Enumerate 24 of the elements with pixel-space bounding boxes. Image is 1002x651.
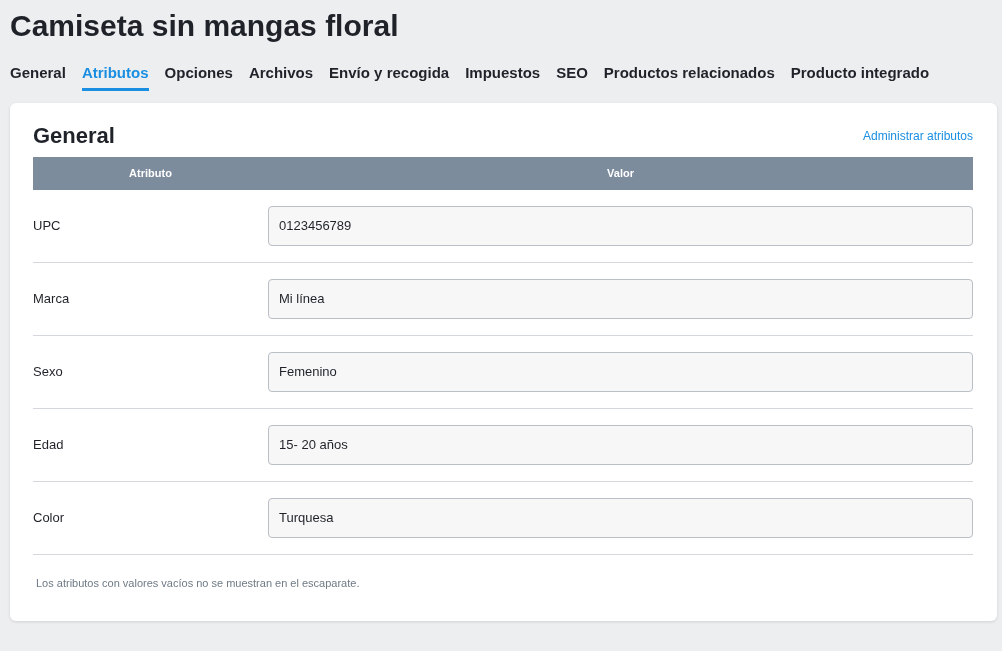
tab[interactable]: Opciones	[164, 62, 233, 91]
section-title: General	[33, 122, 115, 149]
input-field[interactable]: 15- 20 años	[268, 424, 973, 465]
page-title: Camiseta sin mangas floral	[9, 8, 400, 44]
tab[interactable]: Envío y recogida	[329, 62, 450, 91]
tab[interactable]: General	[10, 62, 66, 91]
input-field[interactable]: Femenino	[268, 351, 973, 392]
tab[interactable]: Impuestos	[465, 62, 541, 91]
tab[interactable]: Archivos	[248, 62, 314, 91]
column-header: Valor	[606, 166, 635, 182]
tab[interactable]: Producto integrado	[790, 62, 930, 91]
attribute-label: Sexo	[33, 363, 64, 382]
input-field[interactable]: 0123456789	[268, 205, 973, 246]
tab[interactable]: Productos relacionados	[603, 62, 775, 91]
help-text: Los atributos con valores vacíos no se muestran en el escaparate.	[36, 575, 361, 591]
tab[interactable]: SEO	[556, 62, 588, 91]
attribute-label: UPC	[33, 217, 62, 236]
column-header: Atributo	[128, 166, 173, 182]
attribute-label: Color	[33, 509, 66, 528]
manage-attributes-link[interactable]: Administrar atributos	[862, 126, 973, 145]
attribute-label: Edad	[33, 436, 65, 455]
input-field[interactable]: Mi línea	[268, 278, 973, 319]
attribute-label: Marca	[33, 290, 71, 309]
input-field[interactable]: Turquesa	[268, 497, 973, 538]
